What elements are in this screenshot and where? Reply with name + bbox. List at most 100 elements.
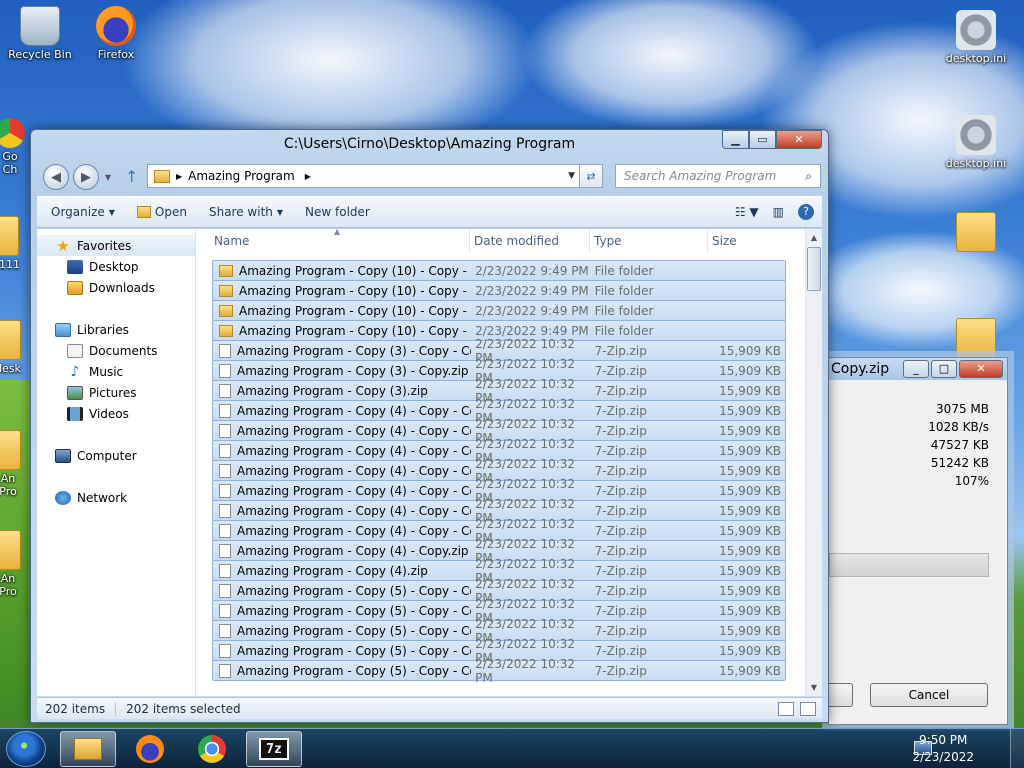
recent-pages-button[interactable]: ▼ xyxy=(101,170,115,184)
chevron-down-icon: ▼ xyxy=(108,207,115,217)
cancel-button[interactable]: Cancel xyxy=(870,683,988,707)
file-row[interactable]: Amazing Program - Copy (10) - Copy - C..… xyxy=(212,300,786,321)
desktop-icon-label: An xyxy=(0,472,16,485)
file-name: Amazing Program - Copy (4).zip xyxy=(237,563,428,578)
column-header-size[interactable]: Size xyxy=(708,229,788,253)
file-type: 7-Zip.zip xyxy=(594,583,647,598)
chrome-icon xyxy=(198,735,226,763)
clock-time: 9:50 PM xyxy=(919,733,968,747)
start-button[interactable] xyxy=(6,731,46,767)
forward-button[interactable]: ▶ xyxy=(73,164,99,190)
file-size: 15,909 KB xyxy=(719,583,781,598)
file-name: Amazing Program - Copy (4) - Copy - Co..… xyxy=(237,483,472,498)
file-list[interactable]: ▲ Name Date modified Type Size Amazing P… xyxy=(196,229,822,696)
pictures-icon xyxy=(67,385,83,400)
address-dropdown-icon[interactable]: ▼ xyxy=(568,171,575,181)
up-folder-button[interactable]: ↑ xyxy=(125,167,138,186)
explorer-window[interactable]: C:\Users\Cirno\Desktop\Amazing Program ▁… xyxy=(30,129,829,723)
address-bar[interactable]: ▶ Amazing Program ▶ ▼ xyxy=(147,164,580,188)
nav-label: Libraries xyxy=(77,322,129,337)
file-size: 15,909 KB xyxy=(719,403,781,418)
search-icon[interactable]: ⌕ xyxy=(805,169,812,184)
file-name: Amazing Program - Copy (3) - Copy - Co..… xyxy=(237,343,472,358)
column-header-date[interactable]: Date modified xyxy=(470,229,590,253)
search-input[interactable]: Search Amazing Program ⌕ xyxy=(615,164,821,188)
help-icon[interactable]: ? xyxy=(798,204,814,220)
taskbar-explorer-button[interactable] xyxy=(60,731,116,767)
zip-progress-dialog[interactable]: Copy.zip _ □ ✕ 3075 MB 1028 KB/s 47527 K… xyxy=(827,357,1008,725)
file-name: Amazing Program - Copy (10) - Copy - C..… xyxy=(239,263,472,278)
file-name: Amazing Program - Copy (5) - Copy - Co..… xyxy=(237,583,472,598)
nav-computer[interactable]: Computer xyxy=(37,445,195,466)
maximize-button[interactable]: ▭ xyxy=(749,130,776,149)
file-row[interactable]: Amazing Program - Copy (5) - Copy - Co..… xyxy=(212,657,786,685)
nav-pictures[interactable]: Pictures xyxy=(37,382,195,403)
change-view-icon[interactable]: ☷ ▼ xyxy=(735,205,759,219)
open-button[interactable]: Open xyxy=(136,205,187,219)
nav-music[interactable]: ♪ Music xyxy=(37,361,195,382)
new-folder-button[interactable]: New folder xyxy=(305,205,370,219)
desktop-icon-firefox[interactable]: Firefox xyxy=(78,6,154,61)
breadcrumb-separator-icon[interactable]: ▶ xyxy=(305,172,311,181)
file-name-cell: Amazing Program - Copy (5) - Copy - Co..… xyxy=(213,643,471,658)
file-type: File folder xyxy=(594,263,654,278)
close-button[interactable]: ✕ xyxy=(959,360,1003,378)
file-type: File folder xyxy=(594,323,654,338)
nav-downloads[interactable]: Downloads xyxy=(37,277,195,298)
file-size: 15,909 KB xyxy=(719,643,781,658)
folder-icon xyxy=(219,304,233,317)
scroll-thumb[interactable] xyxy=(807,247,821,291)
scroll-up-icon[interactable]: ▲ xyxy=(806,229,822,246)
desktop-icon-label: Go xyxy=(2,150,18,163)
file-type: File folder xyxy=(594,303,654,318)
window-controls: ▁ ▭ ✕ xyxy=(722,130,822,149)
desktop-icon-folder[interactable] xyxy=(938,212,1014,254)
minimize-button[interactable]: _ xyxy=(903,360,929,378)
scroll-down-icon[interactable]: ▼ xyxy=(806,679,822,696)
nav-videos[interactable]: Videos xyxy=(37,403,195,424)
taskbar-7zip-button[interactable]: 7z xyxy=(246,731,302,767)
nav-desktop[interactable]: Desktop xyxy=(37,256,195,277)
folder-icon xyxy=(219,284,233,297)
desktop-icon-desktop-ini[interactable]: desktop.ini xyxy=(938,10,1014,65)
background-button[interactable] xyxy=(827,683,853,707)
folder-icon xyxy=(219,324,233,337)
taskbar-chrome-button[interactable] xyxy=(184,731,240,767)
vertical-scrollbar[interactable]: ▲ ▼ xyxy=(805,229,822,696)
taskbar-firefox-button[interactable] xyxy=(122,731,178,767)
file-name: Amazing Program - Copy (10) - Copy - C..… xyxy=(239,323,472,338)
desktop-icon-recycle-bin[interactable]: Recycle Bin xyxy=(2,6,78,61)
file-type: 7-Zip.zip xyxy=(594,503,647,518)
share-with-button[interactable]: Share with ▼ xyxy=(209,205,283,219)
column-headers: ▲ Name Date modified Type Size xyxy=(196,229,822,253)
nav-libraries[interactable]: Libraries xyxy=(37,319,195,340)
nav-favorites[interactable]: ★ Favorites xyxy=(37,235,195,256)
desktop-icon-folder[interactable] xyxy=(938,318,1014,360)
breadcrumb-item[interactable]: Amazing Program xyxy=(188,169,295,183)
file-name: Amazing Program - Copy (10) - Copy - C..… xyxy=(239,283,472,298)
folder-icon xyxy=(0,216,19,256)
close-button[interactable]: ✕ xyxy=(776,130,822,149)
file-row[interactable]: Amazing Program - Copy (10) - Copy - C..… xyxy=(212,260,786,281)
maximize-button[interactable]: □ xyxy=(931,360,957,378)
large-icons-view-icon[interactable] xyxy=(800,701,816,716)
nav-network[interactable]: Network xyxy=(37,487,195,508)
file-rows: Amazing Program - Copy (10) - Copy - C..… xyxy=(212,260,786,685)
organize-button[interactable]: Organize ▼ xyxy=(51,205,115,219)
show-desktop-button[interactable] xyxy=(1010,729,1024,768)
column-header-type[interactable]: Type xyxy=(590,229,708,253)
minimize-button[interactable]: ▁ xyxy=(722,130,749,149)
file-row[interactable]: Amazing Program - Copy (10) - Copy - C..… xyxy=(212,280,786,301)
column-header-name[interactable]: Name xyxy=(196,229,470,253)
system-clock[interactable]: 9:50 PM 2/23/2022 xyxy=(912,732,974,766)
clock-date: 2/23/2022 xyxy=(912,750,974,764)
file-date: 2/23/2022 9:49 PM xyxy=(475,303,589,318)
nav-documents[interactable]: Documents xyxy=(37,340,195,361)
breadcrumb-separator-icon[interactable]: ▶ xyxy=(176,172,182,181)
preview-pane-icon[interactable]: ▥ xyxy=(773,205,784,219)
desktop-icon-desktop-ini[interactable]: desktop.ini xyxy=(938,115,1014,170)
back-button[interactable]: ◀ xyxy=(43,164,69,190)
refresh-button[interactable]: ⇄ xyxy=(579,164,603,188)
details-view-icon[interactable] xyxy=(778,701,794,716)
desktop-icon-label: Recycle Bin xyxy=(8,48,72,61)
